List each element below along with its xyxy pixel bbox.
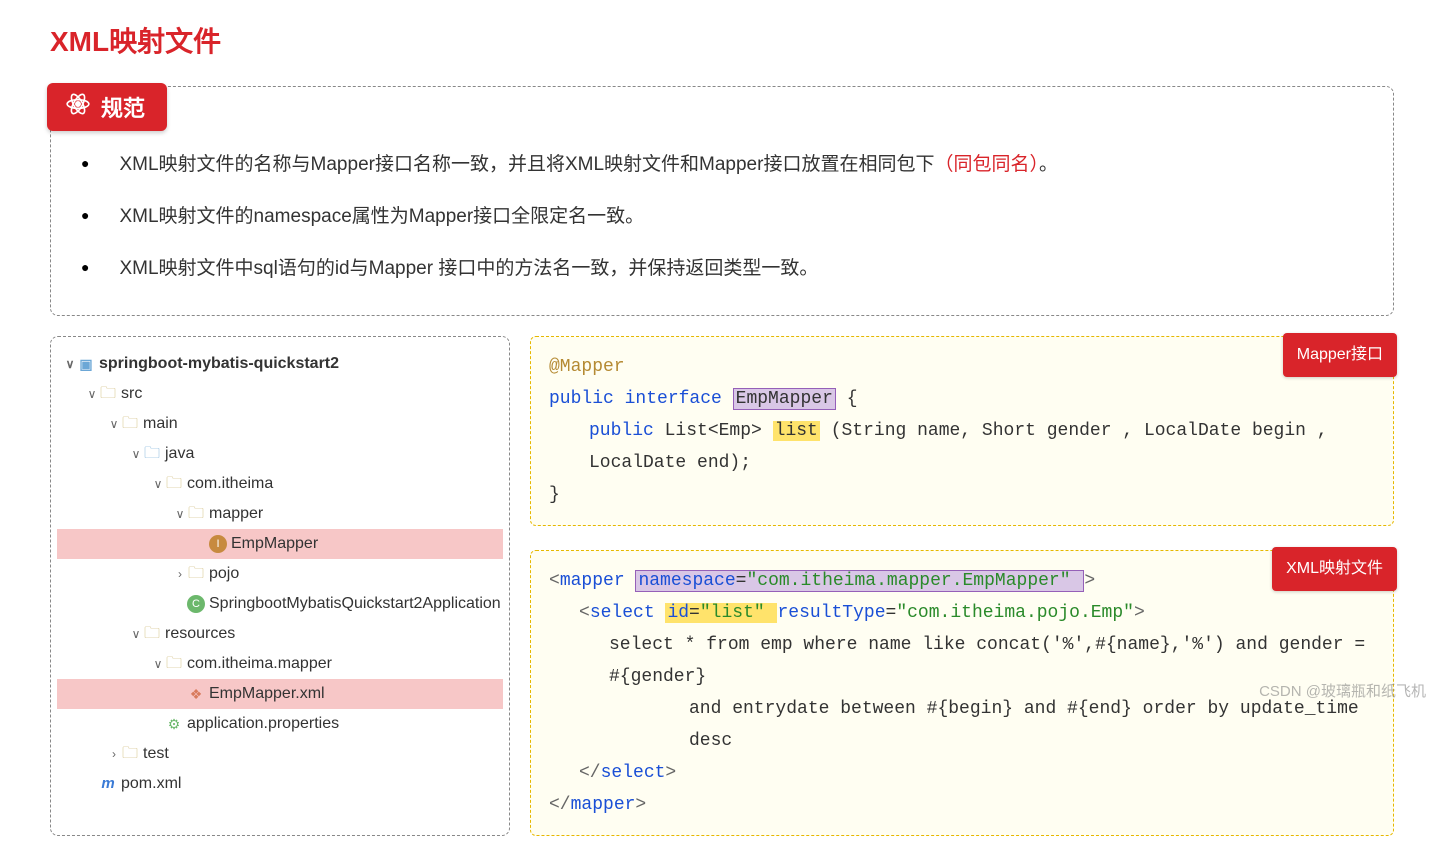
- tree-pkg[interactable]: ∨🗀 com.itheima: [57, 469, 503, 499]
- package-icon: 🗀: [187, 565, 205, 583]
- spec-item-3: XML映射文件中sql语句的id与Mapper 接口中的方法名一致，并保持返回类…: [81, 241, 1363, 293]
- spec-box: 规范 XML映射文件的名称与Mapper接口名称一致，并且将XML映射文件和Ma…: [50, 86, 1394, 316]
- class-icon: C: [187, 595, 205, 613]
- tree-appclass[interactable]: C SpringbootMybatisQuickstart2Applicatio…: [57, 589, 503, 619]
- tree-res-pkg[interactable]: ∨🗀 com.itheima.mapper: [57, 649, 503, 679]
- tree-src[interactable]: ∨🗀 src: [57, 379, 503, 409]
- folder-icon: 🗀: [99, 385, 117, 403]
- folder-icon: 🗀: [143, 625, 161, 643]
- highlight-id: id="list": [665, 603, 777, 623]
- properties-file-icon: ⚙: [165, 715, 183, 733]
- highlight-method: list: [773, 421, 820, 441]
- spec-badge-label: 规范: [101, 91, 145, 123]
- folder-icon: 🗀: [121, 745, 139, 763]
- maven-icon: m: [99, 775, 117, 793]
- sql-line-1: select * from emp where name like concat…: [549, 629, 1375, 693]
- spec-item-1: XML映射文件的名称与Mapper接口名称一致，并且将XML映射文件和Mappe…: [81, 137, 1363, 189]
- tree-main[interactable]: ∨🗀 main: [57, 409, 503, 439]
- code-block-mapper: Mapper接口 @Mapper public interface EmpMap…: [530, 336, 1394, 526]
- tree-mapper-pkg[interactable]: ∨🗀 mapper: [57, 499, 503, 529]
- code-badge-mapper: Mapper接口: [1283, 333, 1397, 377]
- project-tree: ∨▣ springboot-mybatis-quickstart2 ∨🗀 src…: [50, 336, 510, 836]
- spec-badge: 规范: [47, 83, 167, 131]
- sql-line-2: and entrydate between #{begin} and #{end…: [549, 693, 1375, 757]
- atom-icon: [65, 91, 91, 123]
- interface-icon: I: [209, 535, 227, 553]
- tree-appprops[interactable]: ⚙ application.properties: [57, 709, 503, 739]
- package-icon: 🗀: [165, 655, 183, 673]
- tree-pom[interactable]: m pom.xml: [57, 769, 503, 799]
- project-icon: ▣: [77, 355, 95, 373]
- xml-file-icon: ❖: [187, 685, 205, 703]
- tree-pojo[interactable]: ›🗀 pojo: [57, 559, 503, 589]
- spec-item-2: XML映射文件的namespace属性为Mapper接口全限定名一致。: [81, 189, 1363, 241]
- package-icon: 🗀: [187, 505, 205, 523]
- package-icon: 🗀: [165, 475, 183, 493]
- tree-empmapper-xml[interactable]: ❖ EmpMapper.xml: [57, 679, 503, 709]
- page-title: XML映射文件: [50, 20, 1394, 60]
- code-badge-xml: XML映射文件: [1272, 547, 1397, 591]
- folder-icon: 🗀: [143, 445, 161, 463]
- highlight-namespace: namespace="com.itheima.mapper.EmpMapper": [635, 570, 1084, 592]
- tree-root[interactable]: ∨▣ springboot-mybatis-quickstart2: [57, 349, 503, 379]
- highlight-classname: EmpMapper: [733, 388, 836, 410]
- tree-empmapper[interactable]: I EmpMapper: [57, 529, 503, 559]
- tree-java[interactable]: ∨🗀 java: [57, 439, 503, 469]
- watermark: CSDN @玻璃瓶和纸飞机: [1259, 680, 1426, 701]
- folder-icon: 🗀: [121, 415, 139, 433]
- tree-resources[interactable]: ∨🗀 resources: [57, 619, 503, 649]
- spec-list: XML映射文件的名称与Mapper接口名称一致，并且将XML映射文件和Mappe…: [81, 137, 1363, 293]
- tree-test[interactable]: ›🗀 test: [57, 739, 503, 769]
